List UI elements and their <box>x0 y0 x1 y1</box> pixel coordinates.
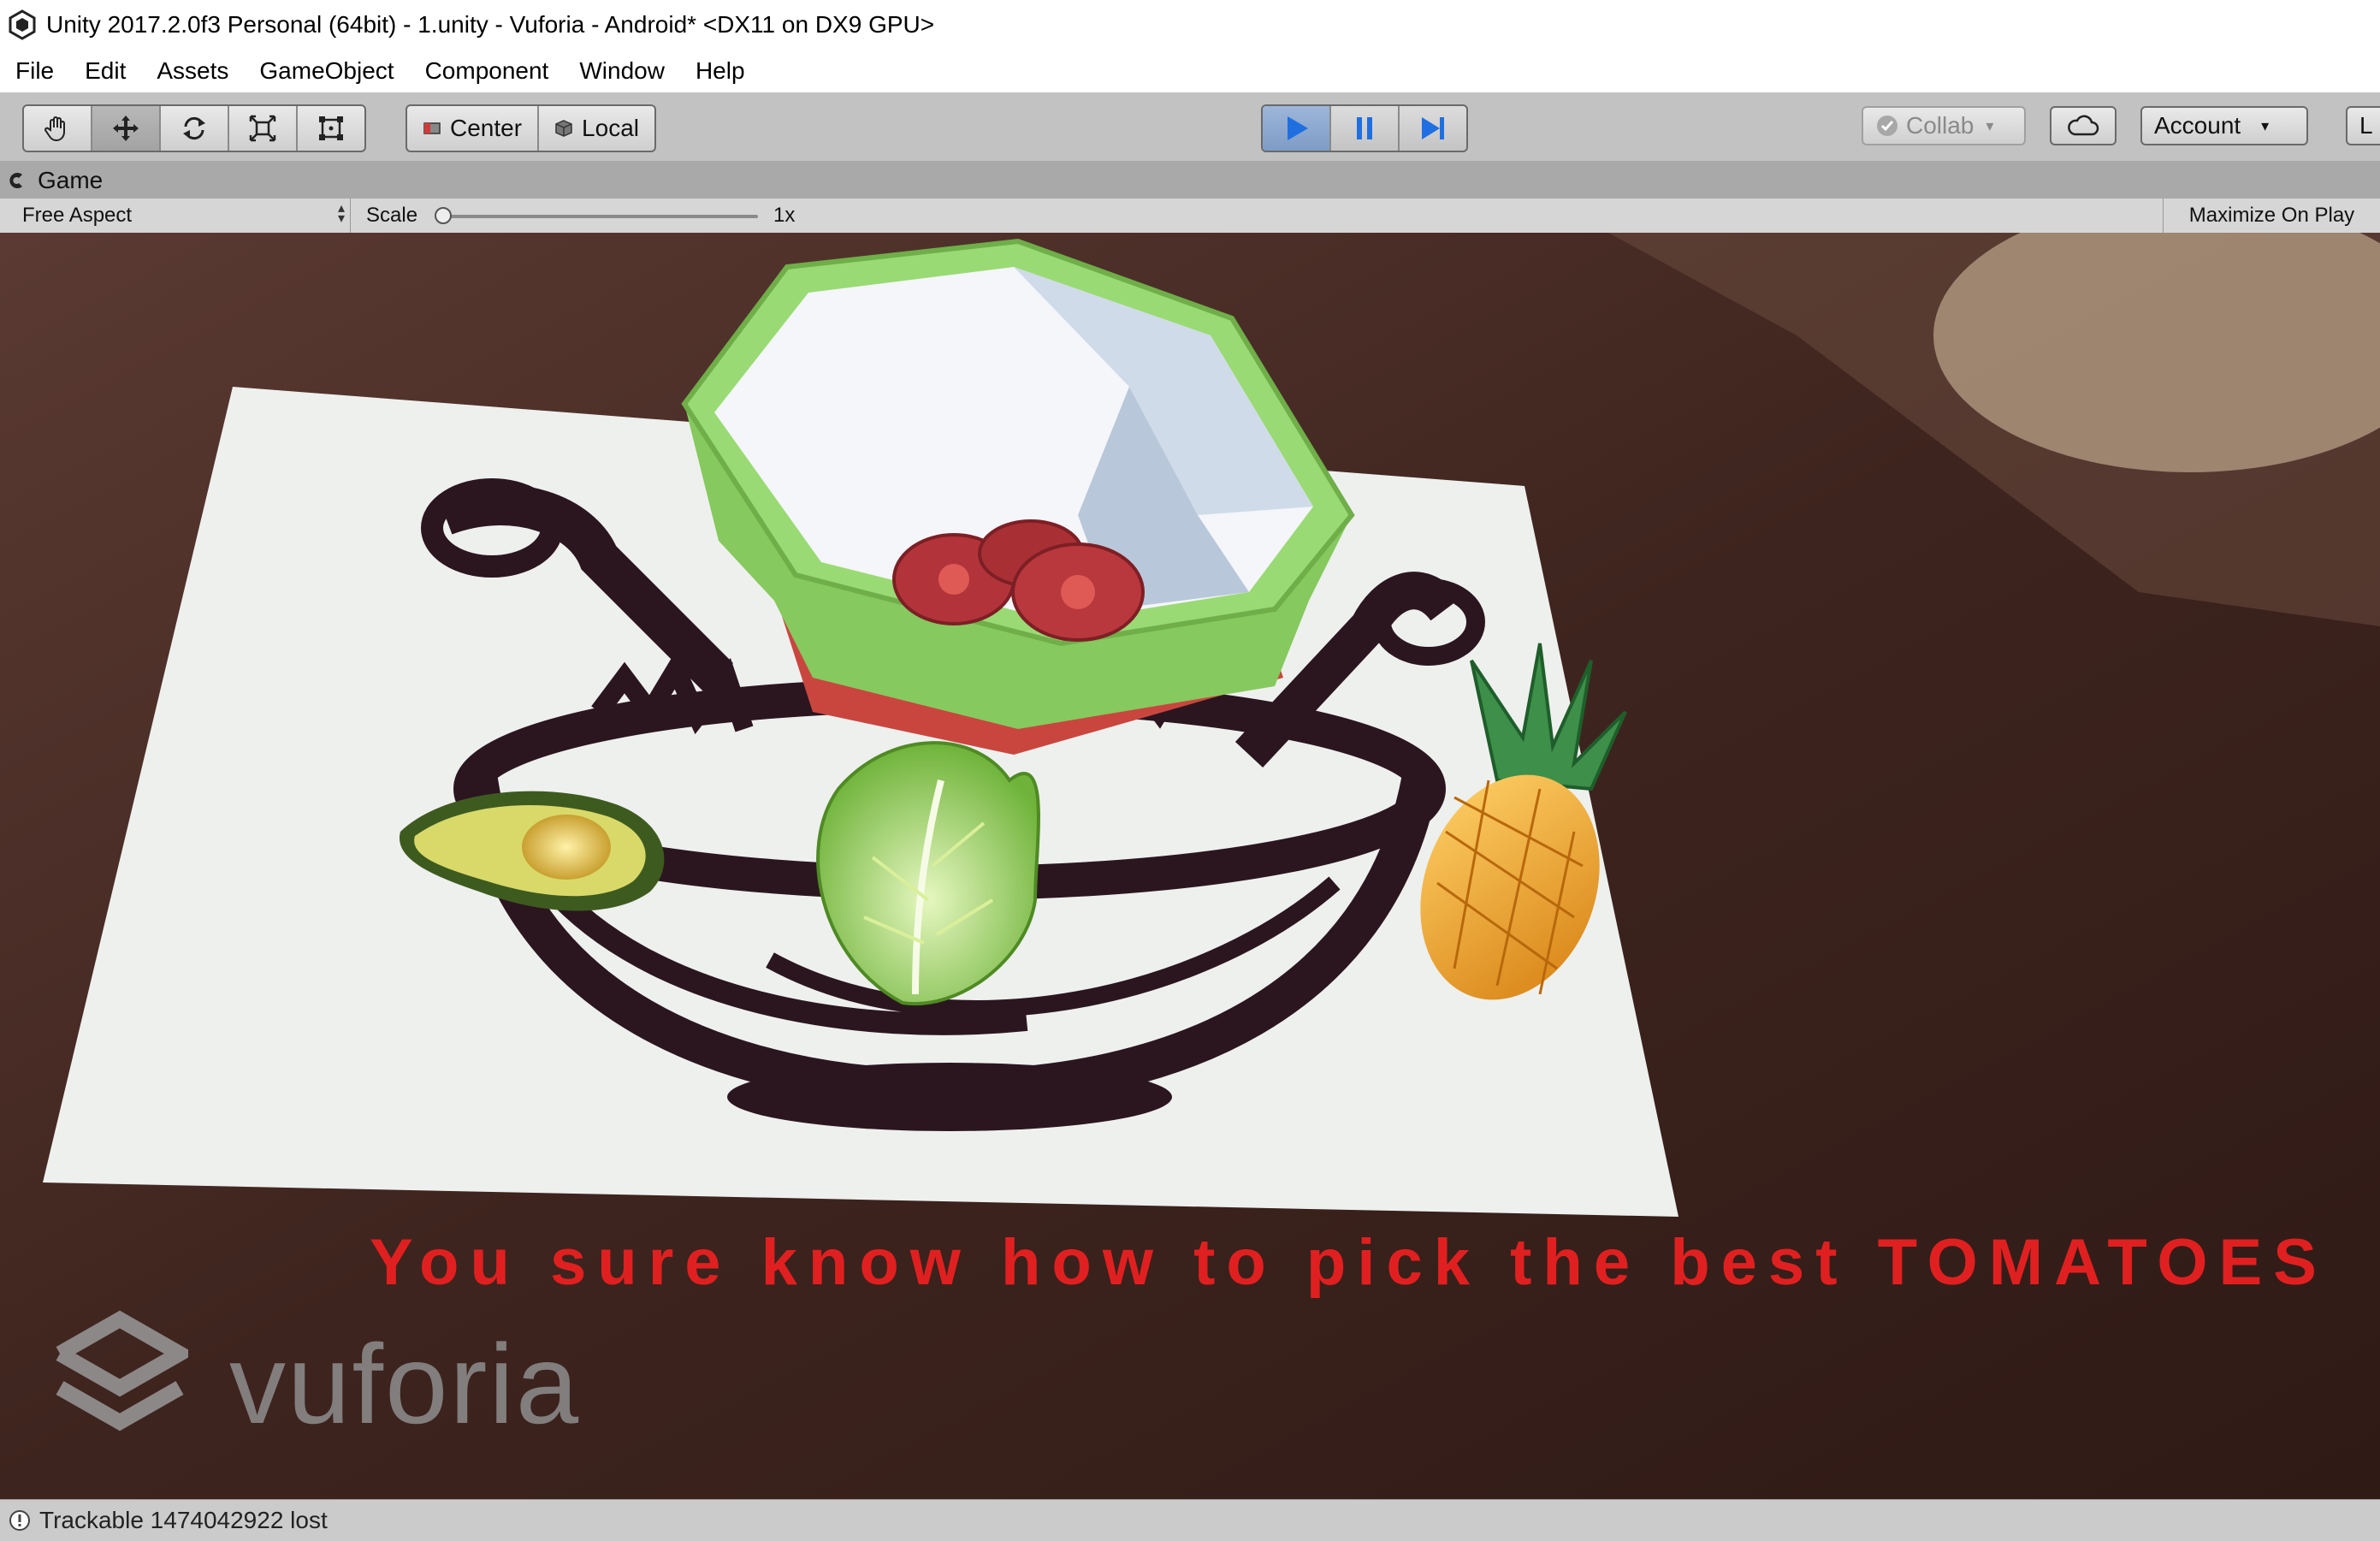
menu-bar: File Edit Assets GameObject Component Wi… <box>0 50 2380 93</box>
scale-tool-icon <box>249 115 276 142</box>
pivot-mode-label: Center <box>450 115 523 141</box>
game-view-icon <box>9 173 22 188</box>
playmode-controls <box>1261 104 1468 152</box>
check-circle-icon <box>1877 116 1897 136</box>
tab-game-label: Game <box>38 167 104 193</box>
step-button[interactable] <box>1400 106 1466 151</box>
maximize-label: Maximize On Play <box>2188 204 2355 227</box>
menu-gameobject[interactable]: GameObject <box>259 57 394 85</box>
cloud-icon <box>2068 115 2099 136</box>
tab-game[interactable]: Game <box>9 163 103 199</box>
menu-help[interactable]: Help <box>696 57 745 85</box>
menu-component[interactable]: Component <box>425 57 549 85</box>
step-icon <box>1422 117 1444 139</box>
status-message: Trackable 1474042922 lost <box>39 1507 328 1533</box>
vuforia-logo-icon <box>56 1310 188 1431</box>
ar-camera-scene <box>0 233 2380 1499</box>
pivot-mode-toggle[interactable]: Center <box>407 106 540 151</box>
pivot-rotation-label: Local <box>582 115 639 141</box>
rotate-tool-icon <box>183 116 205 140</box>
menu-file[interactable]: File <box>15 57 54 85</box>
unity-logo-icon <box>9 9 36 40</box>
game-tab-strip: Game <box>0 161 2380 199</box>
scale-label: Scale <box>366 204 418 227</box>
hand-tool-button[interactable] <box>24 106 92 151</box>
account-label: Account <box>2154 112 2241 139</box>
transform-tools <box>22 104 366 152</box>
scale-slider-thumb[interactable] <box>435 207 452 224</box>
menu-edit[interactable]: Edit <box>85 57 126 85</box>
move-tool-icon <box>113 116 139 141</box>
main-toolbar: Center Local Collab ▾ Account ▾ L <box>0 92 2380 162</box>
layers-dropdown[interactable]: L <box>2346 106 2380 145</box>
game-viewport[interactable]: You sure know how to pick the best TOMAT… <box>0 233 2380 1499</box>
layers-label: L <box>2359 112 2373 139</box>
pause-icon <box>1357 117 1372 139</box>
aspect-label: Free Aspect <box>22 204 133 227</box>
collab-label: Collab <box>1906 112 1974 139</box>
info-icon <box>9 1510 30 1531</box>
scale-value: 1x <box>773 204 796 227</box>
title-bar: Unity 2017.2.0f3 Personal (64bit) - 1.un… <box>0 0 2380 50</box>
pivot-center-icon <box>423 122 441 134</box>
pivot-tools: Center Local <box>406 104 656 152</box>
updown-arrows-icon: ▴ ▾ <box>337 201 345 226</box>
account-dropdown[interactable]: Account ▾ <box>2140 106 2308 145</box>
aspect-dropdown[interactable]: Free Aspect ▴ ▾ <box>0 199 351 233</box>
cube-icon <box>555 120 572 137</box>
cloud-button[interactable] <box>2050 106 2117 145</box>
scale-slider-track[interactable] <box>441 215 758 218</box>
scale-tool-button[interactable] <box>229 106 298 151</box>
move-tool-button[interactable] <box>92 106 161 151</box>
maximize-on-play-toggle[interactable]: Maximize On Play <box>2163 199 2380 233</box>
ar-feedback-message: You sure know how to pick the best TOMAT… <box>370 1226 2328 1299</box>
rect-tool-icon <box>319 116 343 140</box>
rotate-tool-button[interactable] <box>161 106 229 151</box>
account-dropdown-icon: ▾ <box>2261 116 2270 134</box>
menu-window[interactable]: Window <box>579 57 665 85</box>
vuforia-watermark: vuforia <box>229 1321 581 1447</box>
rect-tool-button[interactable] <box>298 106 364 151</box>
status-bar: Trackable 1474042922 lost <box>0 1499 2380 1541</box>
menu-assets[interactable]: Assets <box>157 57 228 85</box>
play-button[interactable] <box>1263 106 1331 151</box>
pivot-rotation-toggle[interactable]: Local <box>539 106 654 151</box>
window-title: Unity 2017.2.0f3 Personal (64bit) - 1.un… <box>46 11 935 38</box>
collab-button[interactable]: Collab ▾ <box>1862 106 2026 145</box>
hand-tool-icon <box>44 116 65 142</box>
pause-button[interactable] <box>1331 106 1400 151</box>
play-icon <box>1288 116 1308 140</box>
game-view-toolbar: Free Aspect ▴ ▾ Scale 1x Maximize On Play <box>0 199 2380 234</box>
collab-dropdown-icon: ▾ <box>1986 116 1994 134</box>
